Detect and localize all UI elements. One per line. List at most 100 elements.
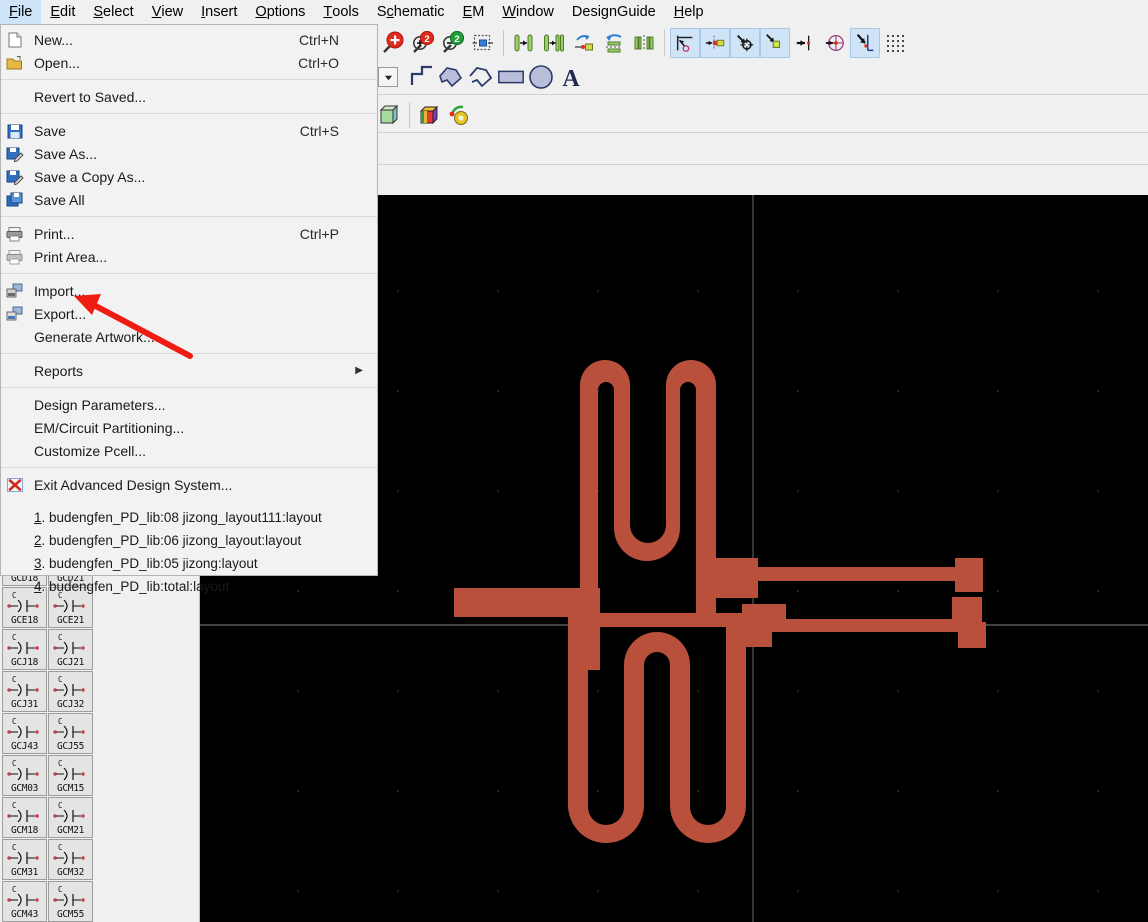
step-path-icon[interactable] <box>406 62 436 92</box>
menu-item-save-a-copy-as[interactable]: Save a Copy As... <box>1 165 377 188</box>
menu-item-save[interactable]: Save Ctrl+S <box>1 119 377 142</box>
rotate-component-icon[interactable] <box>569 28 599 58</box>
polyline-icon[interactable] <box>466 62 496 92</box>
recent-file-label: 4. budengfen_PD_lib:total:layout <box>34 579 230 594</box>
menu-item-revert-to-saved[interactable]: Revert to Saved... <box>1 85 377 108</box>
svg-text:C: C <box>12 801 17 810</box>
exit-icon <box>5 476 25 494</box>
palette-item-gcj18[interactable]: C GCJ18 <box>2 629 47 670</box>
menu-item-import[interactable]: Import... <box>1 279 377 302</box>
palette-item-label: GCE18 <box>10 615 39 626</box>
menu-item-label: Save All <box>34 191 85 208</box>
menu-view[interactable]: View <box>143 0 192 24</box>
view-3d-solid-icon[interactable] <box>415 100 445 130</box>
menu-select[interactable]: Select <box>84 0 142 24</box>
palette-item-gcm55[interactable]: C GCM55 <box>48 881 93 922</box>
snap-to-center-icon[interactable] <box>820 28 850 58</box>
toolbar-separator <box>503 30 504 56</box>
recent-file-item[interactable]: 2. budengfen_PD_lib:06 jizong_layout:lay… <box>1 529 377 552</box>
menu-em[interactable]: EM <box>454 0 494 24</box>
em-setup-icon[interactable] <box>445 100 475 130</box>
align-left-icon[interactable] <box>509 28 539 58</box>
menu-item-print[interactable]: Print... Ctrl+P <box>1 222 377 245</box>
mirror-about-y-icon[interactable] <box>629 28 659 58</box>
component-palette[interactable]: GCD18 GCD21 C GCE18 C GCE21 C GCJ18 C GCJ21 C GCJ31… <box>0 568 200 922</box>
menu-help[interactable]: Help <box>665 0 713 24</box>
mirror-about-x-icon[interactable] <box>599 28 629 58</box>
recent-file-item[interactable]: 4. budengfen_PD_lib:total:layout <box>1 575 377 598</box>
chevron-right-icon: ▶ <box>355 365 363 376</box>
menu-designguide[interactable]: DesignGuide <box>563 0 665 24</box>
palette-item-gcm15[interactable]: C GCM15 <box>48 755 93 796</box>
palette-item-gcm31[interactable]: C GCM31 <box>2 839 47 880</box>
zoom-in-icon[interactable] <box>378 28 408 58</box>
snap-to-grid-icon[interactable] <box>880 28 910 58</box>
menu-schematic[interactable]: Sc hematic <box>368 0 454 24</box>
palette-item-gcj55[interactable]: C GCJ55 <box>48 713 93 754</box>
snap-to-pin-icon[interactable] <box>700 28 730 58</box>
zoom-2x-in-icon[interactable]: 2 <box>408 28 438 58</box>
snap-to-origin-icon[interactable] <box>670 28 700 58</box>
palette-item-gcj31[interactable]: C GCJ31 <box>2 671 47 712</box>
rectangle-icon[interactable] <box>496 62 526 92</box>
menu-item-exit-advanced-design-system[interactable]: Exit Advanced Design System... <box>1 473 377 496</box>
menu-item-open[interactable]: Open... Ctrl+O <box>1 51 377 74</box>
snap-to-vertex-icon[interactable] <box>730 28 760 58</box>
import-icon <box>5 282 25 300</box>
palette-item-gcm32[interactable]: C GCM32 <box>48 839 93 880</box>
palette-item-gcm03[interactable]: C GCM03 <box>2 755 47 796</box>
menu-item-save-as[interactable]: Save As... <box>1 142 377 165</box>
menu-file[interactable]: File <box>0 0 42 24</box>
menu-item-generate-artwork[interactable]: Generate Artwork... <box>1 325 377 348</box>
menu-window[interactable]: Window <box>493 0 563 24</box>
menu-insert[interactable]: Insert <box>192 0 246 24</box>
menu-options[interactable]: Options <box>246 0 314 24</box>
menu-separator <box>1 113 377 114</box>
palette-item-label: GCJ21 <box>56 657 85 668</box>
menu-item-print-area[interactable]: Print Area... <box>1 245 377 268</box>
text-icon[interactable]: A <box>556 62 586 92</box>
menu-tools[interactable]: Tools <box>314 0 367 24</box>
menu-item-em-circuit-partitioning[interactable]: EM/Circuit Partitioning... <box>1 416 377 439</box>
snap-to-edge-icon[interactable] <box>760 28 790 58</box>
menu-item-export[interactable]: Export... <box>1 302 377 325</box>
recent-file-item[interactable]: 3. budengfen_PD_lib:05 jizong:layout <box>1 552 377 575</box>
menu-item-save-all[interactable]: Save All <box>1 188 377 211</box>
palette-item-gcm21[interactable]: C GCM21 <box>48 797 93 838</box>
capacitor-symbol-icon: C <box>49 674 92 700</box>
view-3d-wireframe-icon[interactable] <box>374 100 404 130</box>
save-all-icon <box>5 191 25 209</box>
menu-edit[interactable]: Edit <box>41 0 84 24</box>
snap-to-midpoint-icon[interactable] <box>790 28 820 58</box>
menu-item-label: Export... <box>34 305 87 322</box>
capacitor-symbol-icon: C <box>3 842 46 868</box>
circle-icon[interactable] <box>526 62 556 92</box>
palette-row: C GCM03 C GCM15 <box>2 755 96 797</box>
menu-item-customize-pcell[interactable]: Customize Pcell... <box>1 439 377 462</box>
recent-file-item[interactable]: 1. budengfen_PD_lib:08 jizong_layout111:… <box>1 506 377 529</box>
palette-item-label: GCJ43 <box>10 741 39 752</box>
file-menu-popup[interactable]: New... Ctrl+N Open... Ctrl+O Revert to Saved… <box>0 24 378 594</box>
palette-item-gcj21[interactable]: C GCJ21 <box>48 629 93 670</box>
palette-item-gcm18[interactable]: C GCM18 <box>2 797 47 838</box>
menu-item-shortcut: Ctrl+N <box>298 31 339 48</box>
align-right-icon[interactable] <box>539 28 569 58</box>
svg-text:C: C <box>58 717 63 726</box>
polyline-dropdown-icon[interactable] <box>378 67 398 87</box>
zoom-2x-out-icon[interactable]: 2 <box>438 28 468 58</box>
svg-text:C: C <box>12 675 17 684</box>
menu-item-design-parameters[interactable]: Design Parameters... <box>1 393 377 416</box>
polygon-icon[interactable] <box>436 62 466 92</box>
menu-item-reports[interactable]: Reports ▶ <box>1 359 377 382</box>
palette-item-gcm43[interactable]: C GCM43 <box>2 881 47 922</box>
palette-item-gcj32[interactable]: C GCJ32 <box>48 671 93 712</box>
svg-text:C: C <box>12 633 17 642</box>
palette-item-gcj43[interactable]: C GCJ43 <box>2 713 47 754</box>
capacitor-symbol-icon: C <box>49 758 92 784</box>
palette-row: C GCM18 C GCM21 <box>2 797 96 839</box>
palette-item-label: GCJ18 <box>10 657 39 668</box>
zoom-area-icon[interactable] <box>468 28 498 58</box>
capacitor-symbol-icon: C <box>3 674 46 700</box>
snap-to-intersection-icon[interactable] <box>850 28 880 58</box>
menu-item-new[interactable]: New... Ctrl+N <box>1 28 377 51</box>
